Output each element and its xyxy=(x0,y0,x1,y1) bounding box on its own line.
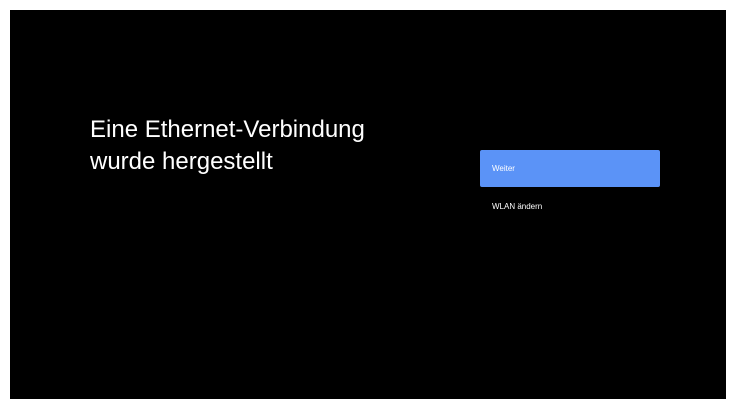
title-line-2: wurde hergestellt xyxy=(90,148,273,175)
change-wlan-button[interactable]: WLAN ändern xyxy=(480,195,660,219)
title-line-1: Eine Ethernet-Verbindung xyxy=(90,116,365,143)
continue-button[interactable]: Weiter xyxy=(480,150,660,187)
page-title: Eine Ethernet-Verbindung wurde hergestel… xyxy=(90,114,450,178)
tv-screen: Eine Ethernet-Verbindung wurde hergestel… xyxy=(10,10,726,399)
action-menu: Weiter WLAN ändern xyxy=(480,150,660,219)
